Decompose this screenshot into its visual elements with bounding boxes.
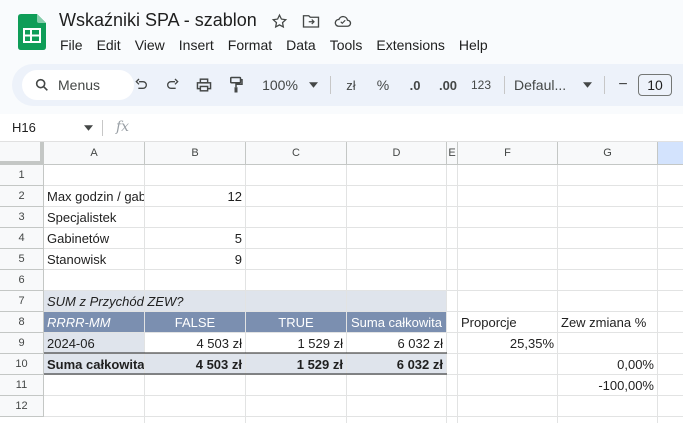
decrease-decimal-button[interactable]: .0 <box>402 74 428 96</box>
formula-divider <box>102 120 103 136</box>
menu-data[interactable]: Data <box>286 37 322 53</box>
menu-tools[interactable]: Tools <box>330 37 369 53</box>
font-dropdown-icon[interactable] <box>582 74 592 96</box>
zoom-dropdown-icon[interactable] <box>308 74 318 96</box>
row-header-7[interactable]: 7 <box>0 291 44 312</box>
move-to-folder-icon[interactable] <box>302 12 320 30</box>
spreadsheet-grid: A B C D E F G 1 2 3 4 5 6 7 8 9 10 11 12… <box>0 142 683 423</box>
menu-extensions[interactable]: Extensions <box>376 37 450 53</box>
formula-bar: H16 fx <box>0 114 683 142</box>
percent-format-button[interactable]: % <box>372 74 394 96</box>
paint-format-icon[interactable] <box>225 74 247 96</box>
menu-insert[interactable]: Insert <box>179 37 220 53</box>
col-header-b[interactable]: B <box>145 142 246 165</box>
search-menus[interactable]: Menus <box>22 70 134 100</box>
col-header-d[interactable]: D <box>347 142 447 165</box>
undo-icon[interactable] <box>130 74 152 96</box>
row-header-3[interactable]: 3 <box>0 207 44 228</box>
redo-icon[interactable] <box>162 74 184 96</box>
document-title[interactable]: Wskaźniki SPA - szablon <box>59 10 257 31</box>
toolbar-divider <box>330 76 331 94</box>
menu-view[interactable]: View <box>135 37 171 53</box>
font-size-input[interactable]: 10 <box>638 74 672 96</box>
col-header-a[interactable]: A <box>44 142 145 165</box>
col-header-g[interactable]: G <box>558 142 658 165</box>
row-header-6[interactable]: 6 <box>0 270 44 291</box>
menu-bar: File Edit View Insert Format Data Tools … <box>60 37 502 53</box>
menu-format[interactable]: Format <box>228 37 278 53</box>
star-icon[interactable] <box>270 12 288 30</box>
col-header-h[interactable] <box>658 142 683 165</box>
toolbar-divider <box>604 76 605 94</box>
row-header-2[interactable]: 2 <box>0 186 44 207</box>
col-header-c[interactable]: C <box>246 142 347 165</box>
toolbar: Menus 100% zł % .0 .00 123 Defaul... − 1… <box>12 64 683 106</box>
sheets-logo-icon[interactable] <box>18 14 46 50</box>
row-header-4[interactable]: 4 <box>0 228 44 249</box>
row-header-8[interactable]: 8 <box>0 312 44 333</box>
currency-format-button[interactable]: zł <box>340 74 362 96</box>
gridlines <box>44 165 683 423</box>
search-icon <box>35 78 48 91</box>
zoom-select[interactable]: 100% <box>258 74 302 96</box>
row-header-11[interactable]: 11 <box>0 375 44 396</box>
menu-file[interactable]: File <box>60 37 89 53</box>
row-header-10[interactable]: 10 <box>0 354 44 375</box>
search-label: Menus <box>58 77 101 93</box>
row-header-9[interactable]: 9 <box>0 333 44 354</box>
increase-decimal-button[interactable]: .00 <box>434 74 462 96</box>
row-header-5[interactable]: 5 <box>0 249 44 270</box>
decrease-font-size-button[interactable]: − <box>614 74 632 96</box>
menu-edit[interactable]: Edit <box>97 37 127 53</box>
col-header-e[interactable]: E <box>447 142 458 165</box>
more-formats-button[interactable]: 123 <box>468 74 494 96</box>
print-icon[interactable] <box>193 74 215 96</box>
toolbar-divider <box>504 76 505 94</box>
name-box-dropdown-icon[interactable] <box>84 125 93 131</box>
menu-help[interactable]: Help <box>459 37 494 53</box>
fx-icon: fx <box>116 119 130 135</box>
cloud-saved-icon[interactable] <box>334 12 352 30</box>
select-all-corner[interactable] <box>0 142 44 165</box>
name-box[interactable]: H16 <box>12 120 36 135</box>
font-select[interactable]: Defaul... <box>514 74 576 96</box>
sheets-app: Wskaźniki SPA - szablon File Edit View I… <box>0 0 683 423</box>
col-header-f[interactable]: F <box>458 142 558 165</box>
row-header-1[interactable]: 1 <box>0 165 44 186</box>
row-header-12[interactable]: 12 <box>0 396 44 417</box>
